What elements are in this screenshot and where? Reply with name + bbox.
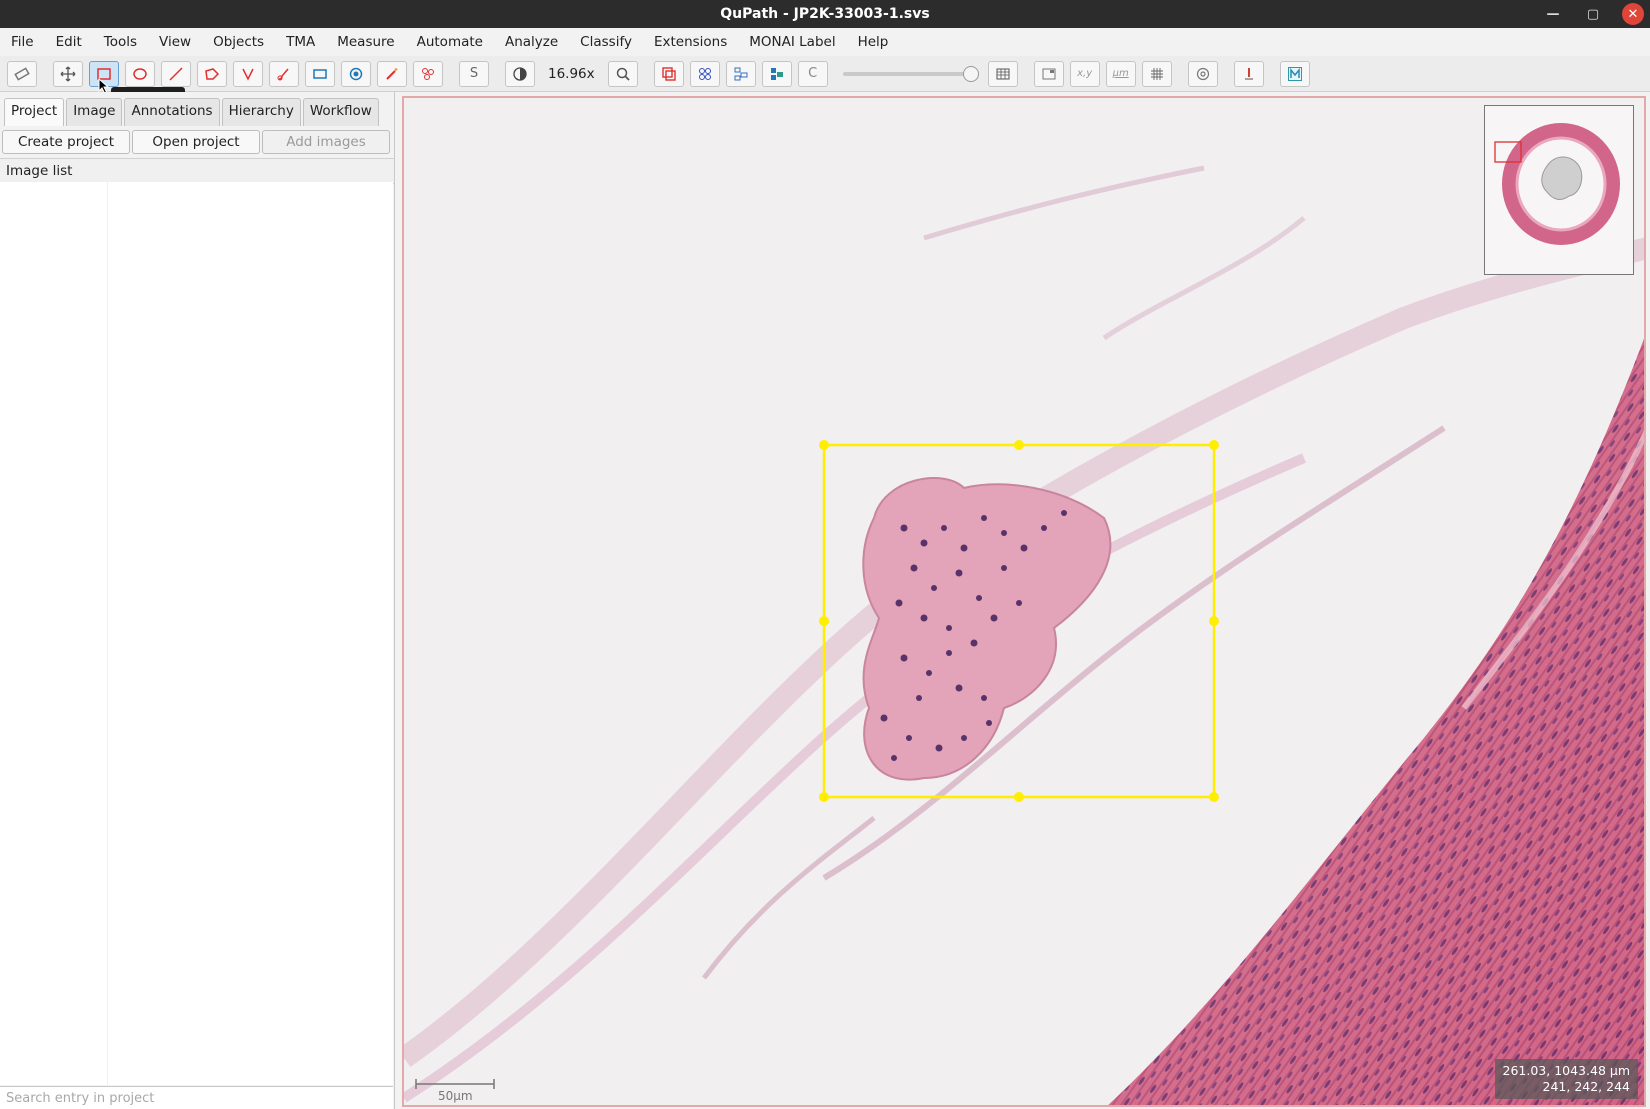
minimize-button[interactable]: — [1542, 3, 1564, 25]
tab-workflow[interactable]: Workflow [302, 98, 379, 126]
grid-icon[interactable] [1141, 60, 1172, 87]
points-multi-icon[interactable] [413, 60, 443, 87]
menu-edit[interactable]: Edit [45, 34, 93, 50]
ellipse-icon[interactable] [125, 60, 155, 87]
project-buttons: Create project Open project Add images [0, 126, 394, 158]
tab-image[interactable]: Image [66, 98, 123, 126]
tab-annotations[interactable]: Annotations [124, 98, 220, 126]
preferences-icon[interactable] [1187, 60, 1218, 87]
measurement-table-icon[interactable] [987, 60, 1018, 87]
monai-label-icon[interactable] [1279, 60, 1310, 87]
window-title: QuPath - JP2K-33003-1.svs [720, 6, 930, 22]
create-project-button[interactable]: Create project [2, 130, 130, 154]
menu-help[interactable]: Help [847, 34, 900, 50]
show-annotations-icon[interactable] [653, 60, 684, 87]
image-viewer[interactable]: 50µm 261.03, 1043.48 µm 241, 242, 244 [402, 96, 1646, 1107]
selection-mode-icon[interactable]: S [459, 60, 489, 87]
menu-bar: File Edit Tools View Objects TMA Measure… [0, 28, 1650, 56]
connections-label: C [808, 66, 818, 81]
overview-thumbnail[interactable] [1484, 105, 1634, 275]
fill-detections-icon[interactable] [761, 60, 792, 87]
scalebar-toggle-label: µm [1112, 68, 1129, 79]
menu-view[interactable]: View [148, 34, 202, 50]
add-images-button[interactable]: Add images [262, 130, 390, 154]
toolbar: S 16.96x C x,y µm [0, 56, 1650, 92]
ruler-icon[interactable] [7, 60, 37, 87]
pixel-rgb-values: 241, 242, 244 [1542, 1079, 1630, 1094]
slide-image [404, 98, 1644, 1105]
menu-file[interactable]: File [0, 34, 45, 50]
tab-project[interactable]: Project [4, 98, 65, 126]
scalebar-icon[interactable]: µm [1105, 60, 1136, 87]
polygon-icon[interactable] [197, 60, 227, 87]
show-connections-icon[interactable]: C [797, 60, 828, 87]
show-tma-grid-icon[interactable] [689, 60, 720, 87]
menu-tma[interactable]: TMA [275, 34, 326, 50]
line-icon[interactable] [161, 60, 191, 87]
points-icon[interactable] [341, 60, 371, 87]
overview-toggle-icon[interactable] [1033, 60, 1064, 87]
image-list[interactable] [0, 182, 393, 1085]
wand-icon[interactable] [377, 60, 407, 87]
search-input[interactable]: Search entry in project [0, 1086, 393, 1109]
brush-icon[interactable] [269, 60, 299, 87]
menu-extensions[interactable]: Extensions [643, 34, 738, 50]
window-titlebar: QuPath - JP2K-33003-1.svs — ▢ ✕ [0, 0, 1650, 28]
image-list-header: Image list [0, 158, 394, 184]
polyline-icon[interactable] [233, 60, 263, 87]
menu-tools[interactable]: Tools [93, 34, 148, 50]
menu-monai-label[interactable]: MONAI Label [738, 34, 846, 50]
move-icon[interactable] [53, 60, 83, 87]
window-controls: — ▢ ✕ [1542, 3, 1644, 25]
menu-classify[interactable]: Classify [569, 34, 643, 50]
open-project-button[interactable]: Open project [132, 130, 260, 154]
cursor-coordinates: 261.03, 1043.48 µm 241, 242, 244 [1494, 1059, 1638, 1099]
menu-automate[interactable]: Automate [406, 34, 494, 50]
maximize-button[interactable]: ▢ [1582, 3, 1604, 25]
close-button[interactable]: ✕ [1622, 3, 1644, 25]
cursor-location-icon[interactable]: x,y [1069, 60, 1100, 87]
contrast-icon[interactable] [505, 60, 535, 87]
selection-mode-label: S [469, 66, 479, 81]
scale-bar-label: 50µm [438, 1089, 473, 1103]
overview-image [1494, 123, 1620, 245]
tab-hierarchy[interactable]: Hierarchy [221, 98, 301, 126]
opacity-slider[interactable] [842, 65, 979, 82]
show-detections-icon[interactable] [725, 60, 756, 87]
menu-analyze[interactable]: Analyze [494, 34, 569, 50]
log-icon[interactable] [1233, 60, 1264, 87]
left-panel-tabs: Project Image Annotations Hierarchy Work… [0, 92, 394, 126]
zoom-level: 16.96x [548, 65, 595, 82]
cursor-location-label: x,y [1077, 68, 1093, 79]
opacity-slider-knob[interactable] [962, 65, 979, 82]
list-divider [107, 182, 108, 1085]
rect-select-icon[interactable] [305, 60, 335, 87]
zoom-to-fit-icon[interactable] [607, 60, 638, 87]
coordinates-microns: 261.03, 1043.48 µm [1502, 1063, 1630, 1078]
menu-objects[interactable]: Objects [202, 34, 275, 50]
menu-measure[interactable]: Measure [326, 34, 405, 50]
